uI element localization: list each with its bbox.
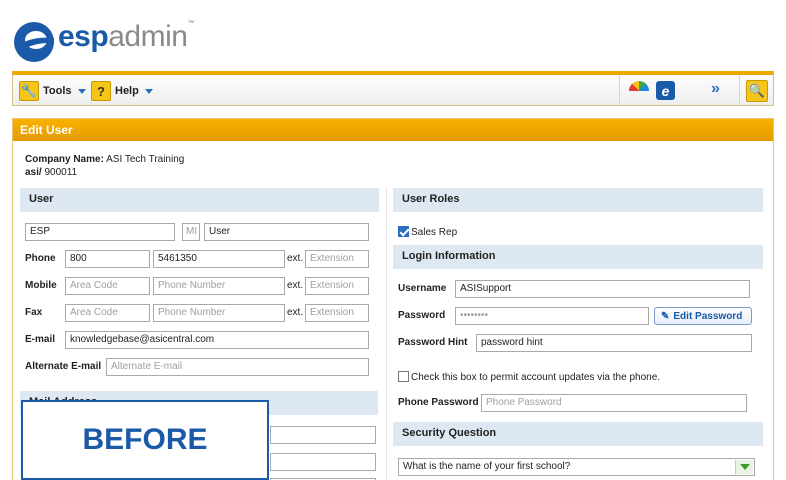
mobile-extension-field[interactable]: Extension xyxy=(305,277,369,295)
middle-initial-field[interactable]: MI xyxy=(182,223,200,241)
help-label: Help xyxy=(115,85,139,97)
mobile-ext-label: ext. xyxy=(287,280,304,291)
panel-title: Edit User xyxy=(13,119,773,141)
logo-swoosh-icon xyxy=(14,22,54,62)
password-hint-field[interactable]: password hint xyxy=(476,334,752,352)
dropdown-arrow-icon xyxy=(735,460,753,474)
edit-password-button[interactable]: ✎ Edit Password xyxy=(654,307,752,325)
phone-extension-field[interactable]: Extension xyxy=(305,250,369,268)
chevron-down-icon xyxy=(144,88,153,94)
sales-rep-checkbox[interactable] xyxy=(398,226,409,237)
company-info: Company Name: ASI Tech Training asi/ 900… xyxy=(25,153,184,179)
company-name-label: Company Name: xyxy=(25,154,104,165)
mobile-label: Mobile xyxy=(25,280,57,291)
fax-area-field[interactable]: Area Code xyxy=(65,304,150,322)
phone-password-field[interactable]: Phone Password xyxy=(481,394,747,412)
security-question-header: Security Question xyxy=(393,422,763,446)
address-line-2-field[interactable] xyxy=(270,453,376,471)
before-overlay-label: BEFORE xyxy=(21,400,269,480)
phone-area-field[interactable]: 800 xyxy=(65,250,150,268)
question-icon: ? xyxy=(91,81,111,101)
esp-e-icon[interactable]: e xyxy=(656,81,675,100)
phone-number-field[interactable]: 5461350 xyxy=(153,250,285,268)
toolbar-separator xyxy=(739,75,740,106)
chevron-down-icon xyxy=(77,88,86,94)
pencil-icon: ✎ xyxy=(661,310,670,322)
espadmin-logo: espadmin™ xyxy=(12,14,212,66)
asi-value: 900011 xyxy=(44,167,78,178)
password-field[interactable]: •••••••• xyxy=(455,307,649,325)
gauge-icon[interactable] xyxy=(629,81,649,101)
fax-label: Fax xyxy=(25,307,43,318)
email-field[interactable]: knowledgebase@asicentral.com xyxy=(65,331,369,349)
address-line-field[interactable] xyxy=(270,426,376,444)
toolbar-separator xyxy=(619,75,620,106)
password-hint-label: Password Hint xyxy=(398,337,468,348)
wrench-icon: 🔧 xyxy=(19,81,39,101)
fax-extension-field[interactable]: Extension xyxy=(305,304,369,322)
logo-esp-text: esp xyxy=(58,20,109,53)
login-information-header: Login Information xyxy=(393,245,763,269)
user-section-header: User xyxy=(20,188,379,212)
security-question-value: What is the name of your first school? xyxy=(403,461,571,472)
username-label: Username xyxy=(398,283,447,294)
user-roles-header: User Roles xyxy=(393,188,763,212)
fax-ext-label: ext. xyxy=(287,307,304,318)
alternate-email-field[interactable]: Alternate E-mail xyxy=(106,358,369,376)
password-label: Password xyxy=(398,310,446,321)
double-chevron-right-icon[interactable]: » xyxy=(711,80,720,98)
tools-label: Tools xyxy=(43,85,72,97)
fax-number-field[interactable]: Phone Number xyxy=(153,304,285,322)
phone-label: Phone xyxy=(25,253,56,264)
last-name-field[interactable]: User xyxy=(204,223,369,241)
mobile-number-field[interactable]: Phone Number xyxy=(153,277,285,295)
toolbar: 🔧 Tools ? Help e » 🔍 xyxy=(12,71,774,106)
company-name-value: ASI Tech Training xyxy=(106,154,185,165)
logo-tm: ™ xyxy=(187,20,194,27)
logo-admin-text: admin xyxy=(108,20,188,53)
phone-permit-checkbox[interactable] xyxy=(398,371,409,382)
phone-ext-label: ext. xyxy=(287,253,304,264)
column-divider xyxy=(386,187,387,480)
sales-rep-label: Sales Rep xyxy=(411,227,458,238)
username-field[interactable]: ASISupport xyxy=(455,280,750,298)
phone-permit-label: Check this box to permit account updates… xyxy=(411,372,661,383)
edit-password-label: Edit Password xyxy=(673,310,743,322)
phone-password-label: Phone Password xyxy=(398,397,479,408)
alternate-email-label: Alternate E-mail xyxy=(25,361,102,372)
search-icon[interactable]: 🔍 xyxy=(746,80,768,102)
asi-label: asi/ xyxy=(25,167,42,178)
help-menu[interactable]: ? Help xyxy=(91,80,153,102)
email-label: E-mail xyxy=(25,334,56,345)
mobile-area-field[interactable]: Area Code xyxy=(65,277,150,295)
security-question-select[interactable]: What is the name of your first school? xyxy=(398,458,755,476)
tools-menu[interactable]: 🔧 Tools xyxy=(19,80,86,102)
first-name-field[interactable]: ESP xyxy=(25,223,175,241)
